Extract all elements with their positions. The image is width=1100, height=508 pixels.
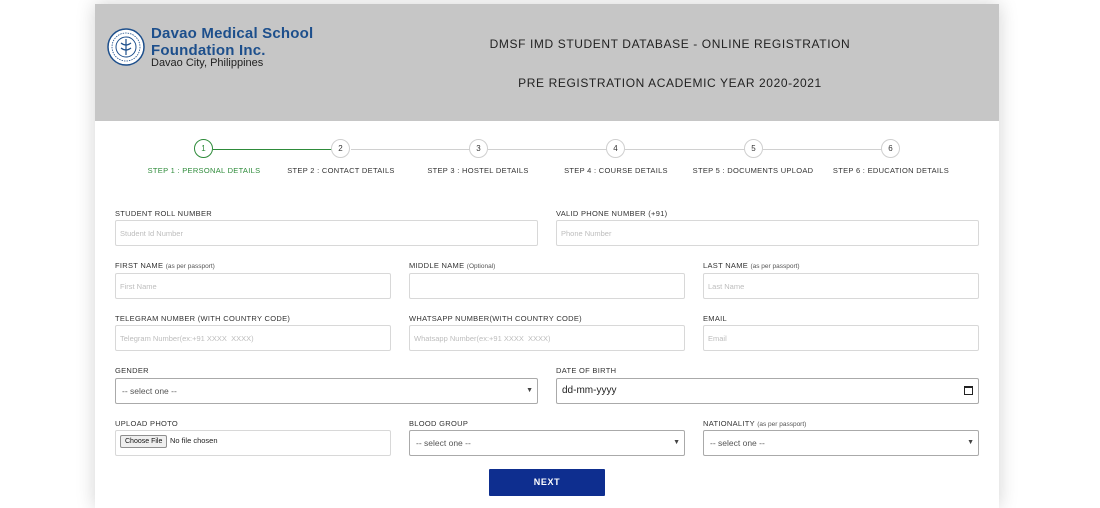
brand-location: Davao City, Philippines xyxy=(151,57,264,69)
photo-upload: Choose File No file chosen xyxy=(115,430,391,456)
step-4-label: STEP 4 : COURSE DETAILS xyxy=(564,166,668,175)
email-input[interactable] xyxy=(703,325,979,351)
roll-number-input[interactable] xyxy=(115,220,538,246)
step-6-label: STEP 6 : EDUCATION DETAILS xyxy=(832,166,950,175)
blood-group-select[interactable]: -- select one -- ▼ xyxy=(409,430,685,456)
middle-name-input[interactable] xyxy=(409,273,685,299)
file-status: No file chosen xyxy=(170,436,218,445)
last-name-label: LAST NAME (as per passport) xyxy=(703,261,800,270)
step-connector-1 xyxy=(213,149,341,150)
dob-input[interactable]: dd-mm-yyyy xyxy=(556,378,979,404)
step-3-circle[interactable]: 3 xyxy=(469,139,488,158)
middle-name-label: MIDDLE NAME (Optional) xyxy=(409,261,496,270)
telegram-label: TELEGRAM NUMBER (WITH COUNTRY CODE) xyxy=(115,314,291,323)
step-1-label: STEP 1 : PERSONAL DETAILS xyxy=(147,166,261,175)
calendar-icon[interactable] xyxy=(964,386,973,395)
phone-label: VALID PHONE NUMBER (+91) xyxy=(556,209,668,218)
nationality-select[interactable]: -- select one -- ▼ xyxy=(703,430,979,456)
telegram-input[interactable] xyxy=(115,325,391,351)
step-connector-2 xyxy=(351,149,479,150)
email-label: EMAIL xyxy=(703,314,728,323)
step-1-circle[interactable]: 1 xyxy=(194,139,213,158)
step-connector-4 xyxy=(625,149,753,150)
roll-number-label: STUDENT ROLL NUMBER xyxy=(115,209,212,218)
page-title: DMSF IMD STUDENT DATABASE - ONLINE REGIS… xyxy=(489,37,851,51)
brand-name-line1: Davao Medical School xyxy=(151,25,314,42)
photo-label: UPLOAD PHOTO xyxy=(115,419,179,428)
whatsapp-label: WHATSAPP NUMBER(WITH COUNTRY CODE) xyxy=(409,314,582,323)
gender-label: GENDER xyxy=(115,366,149,375)
step-4-circle[interactable]: 4 xyxy=(606,139,625,158)
chevron-down-icon: ▼ xyxy=(967,439,974,446)
next-button[interactable]: NEXT xyxy=(489,469,605,496)
step-5-circle[interactable]: 5 xyxy=(744,139,763,158)
chevron-down-icon: ▼ xyxy=(673,439,680,446)
dob-label: DATE OF BIRTH xyxy=(556,366,617,375)
page-subtitle: PRE REGISTRATION ACADEMIC YEAR 2020-2021 xyxy=(518,76,822,90)
gender-selected-value: -- select one -- xyxy=(122,386,177,396)
choose-file-button[interactable]: Choose File xyxy=(120,435,168,448)
page-header: Davao Medical School Foundation Inc. Dav… xyxy=(95,4,999,121)
first-name-input[interactable] xyxy=(115,273,391,299)
nationality-selected-value: -- select one -- xyxy=(710,438,765,448)
step-2-circle[interactable]: 2 xyxy=(331,139,350,158)
chevron-down-icon: ▼ xyxy=(526,387,533,394)
step-connector-3 xyxy=(488,149,616,150)
gender-select[interactable]: -- select one -- ▼ xyxy=(115,378,538,404)
step-6-circle[interactable]: 6 xyxy=(881,139,900,158)
step-3-label: STEP 3 : HOSTEL DETAILS xyxy=(427,166,529,175)
step-2-label: STEP 2 : CONTACT DETAILS xyxy=(287,166,395,175)
step-connector-5 xyxy=(763,149,891,150)
blood-group-label: BLOOD GROUP xyxy=(409,419,469,428)
school-seal-logo xyxy=(107,28,145,66)
phone-input[interactable] xyxy=(556,220,979,246)
whatsapp-input[interactable] xyxy=(409,325,685,351)
registration-page: Davao Medical School Foundation Inc. Dav… xyxy=(95,4,999,508)
last-name-input[interactable] xyxy=(703,273,979,299)
nationality-label: NATIONALITY (as per passport) xyxy=(703,419,807,428)
step-5-label: STEP 5 : DOCUMENTS UPLOAD xyxy=(692,166,814,175)
dob-value: dd-mm-yyyy xyxy=(562,385,617,396)
first-name-label: FIRST NAME (as per passport) xyxy=(115,261,215,270)
blood-group-selected-value: -- select one -- xyxy=(416,438,471,448)
